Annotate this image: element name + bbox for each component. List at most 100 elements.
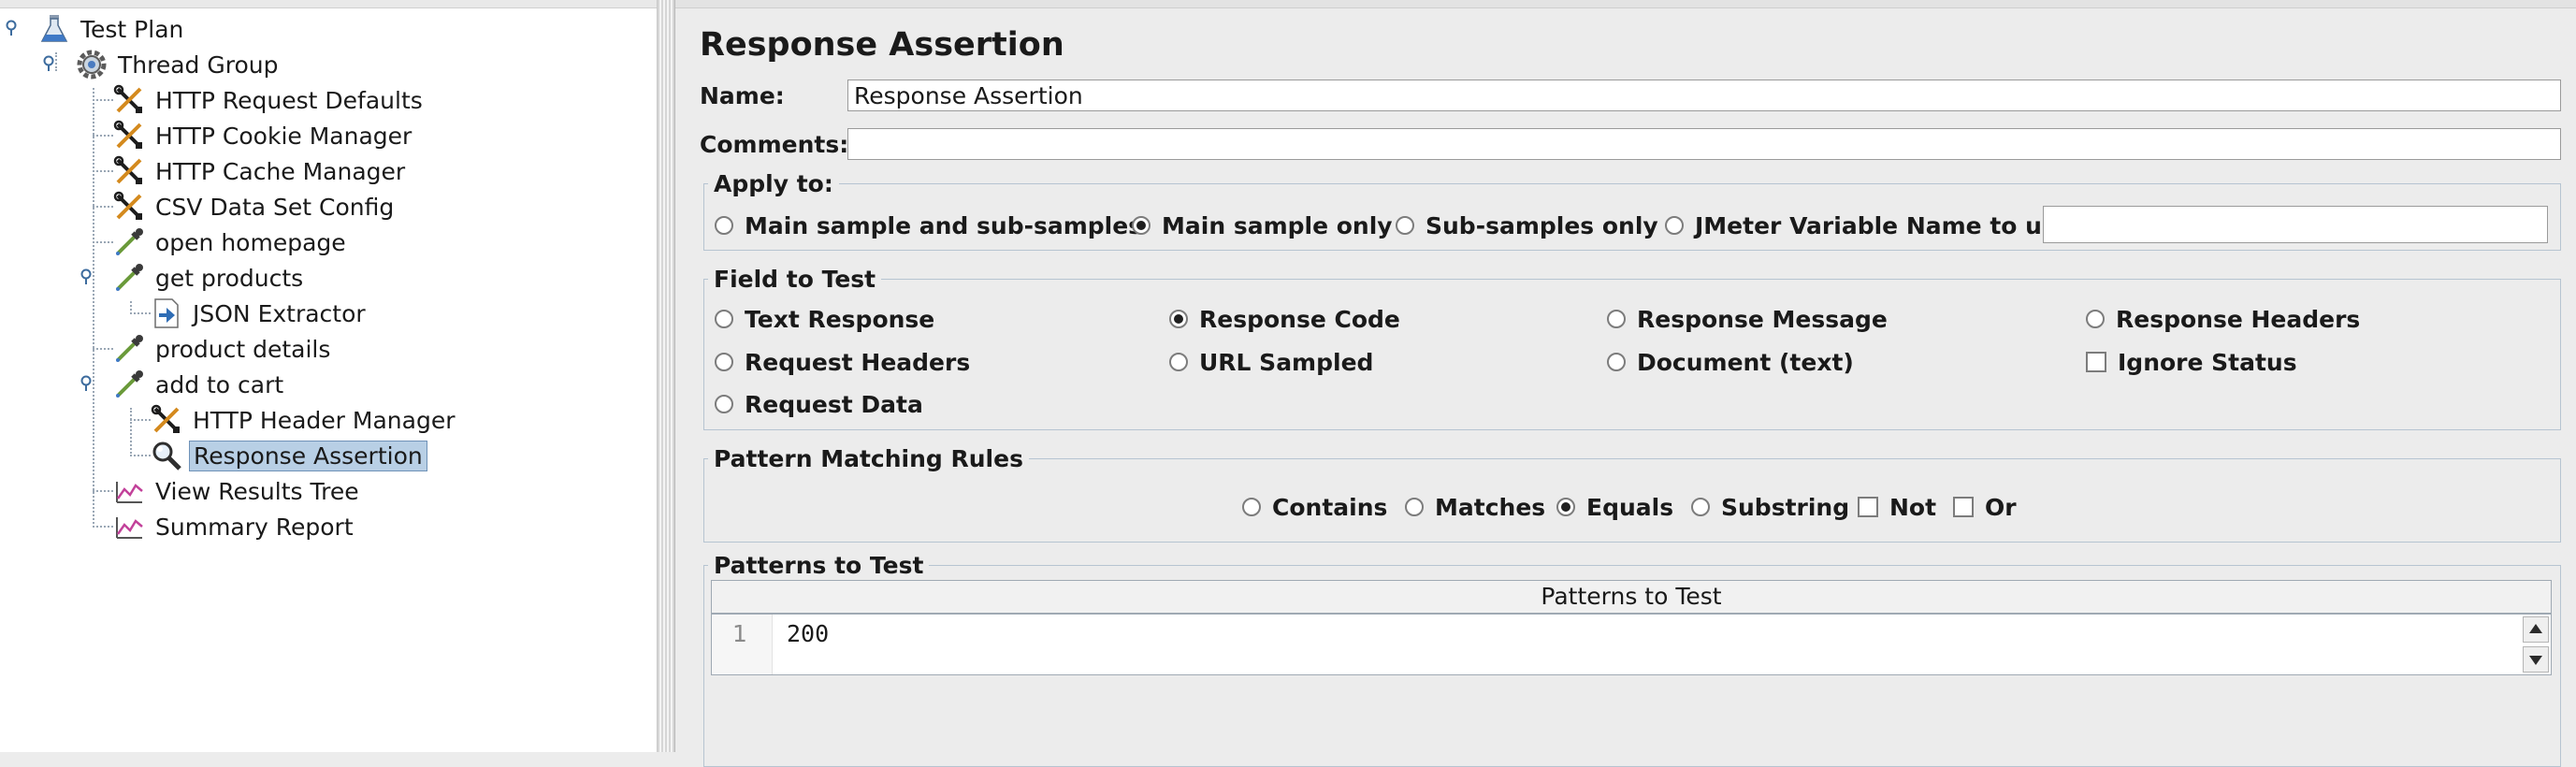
listener-graph-icon <box>112 474 146 508</box>
tree-item-label: HTTP Cookie Manager <box>155 122 412 150</box>
radio-circle <box>1665 216 1684 235</box>
tree-item-http-cookie-manager[interactable]: HTTP Cookie Manager <box>112 118 415 153</box>
apply-sub-only-radio[interactable]: Sub-samples only <box>1396 211 1658 239</box>
comments-input[interactable] <box>847 128 2561 160</box>
tree-item-label: CSV Data Set Config <box>155 193 395 221</box>
tree-item-label: Thread Group <box>118 51 279 79</box>
radio-label: Main sample only <box>1162 211 1393 239</box>
comments-label: Comments: <box>700 131 849 158</box>
tree-item-json-extractor[interactable]: JSON Extractor <box>150 296 369 331</box>
tree-item-http-cache-manager[interactable]: HTTP Cache Manager <box>112 153 409 189</box>
pattern-matching-legend: Pattern Matching Rules <box>714 445 1023 472</box>
config-element-tools-icon <box>112 190 146 224</box>
match-substring-radio[interactable]: Substring <box>1691 493 1849 521</box>
tree-connector <box>93 241 113 243</box>
match-equals-radio[interactable]: Equals <box>1556 493 1673 521</box>
patterns-to-test-legend: Patterns to Test <box>714 552 924 579</box>
field-text-response-radio[interactable]: Text Response <box>715 305 934 333</box>
tree-item-product-details[interactable]: product details <box>112 331 334 367</box>
tree-item-response-assertion[interactable]: Response Assertion <box>150 438 427 473</box>
radio-label: Text Response <box>745 305 935 333</box>
thread-group-gear-icon <box>75 48 109 81</box>
field-request-data-radio[interactable]: Request Data <box>715 390 923 418</box>
sampler-pipette-icon <box>112 225 146 259</box>
tree-item-label: product details <box>155 335 331 363</box>
checkbox-box <box>1953 497 1974 517</box>
ignore-status-checkbox[interactable]: Ignore Status <box>2086 348 2297 376</box>
radio-label: Response Message <box>1637 305 1888 333</box>
test-plan-tree[interactable]: Test Plan Thread Group HTTP Request Defa… <box>0 0 658 752</box>
match-matches-radio[interactable]: Matches <box>1405 493 1545 521</box>
radio-label: Response Code <box>1199 305 1400 333</box>
tree-connector <box>93 348 113 350</box>
radio-circle <box>715 310 733 328</box>
tree-item-test-plan[interactable]: Test Plan <box>37 11 187 47</box>
tree-item-label: Summary Report <box>155 513 354 541</box>
field-response-message-radio[interactable]: Response Message <box>1607 305 1888 333</box>
checkbox-box <box>1858 497 1878 517</box>
tree-item-open-homepage[interactable]: open homepage <box>112 224 350 260</box>
tree-item-thread-group[interactable]: Thread Group <box>75 47 282 82</box>
field-document-text-radio[interactable]: Document (text) <box>1607 348 1854 376</box>
expand-handle-icon[interactable] <box>80 375 97 392</box>
config-element-tools-icon <box>112 154 146 188</box>
scroll-up-button[interactable] <box>2523 616 2549 643</box>
tree-item-csv-data-set-config[interactable]: CSV Data Set Config <box>112 189 398 224</box>
tree-item-view-results-tree[interactable]: View Results Tree <box>112 473 363 509</box>
tree-item-http-request-defaults[interactable]: HTTP Request Defaults <box>112 82 427 118</box>
tree-item-get-products[interactable]: get products <box>112 260 307 296</box>
radio-label: Response Headers <box>2116 305 2361 333</box>
radio-label: Request Data <box>745 390 923 418</box>
split-pane-divider[interactable] <box>658 0 675 752</box>
radio-circle <box>1607 310 1626 328</box>
field-response-headers-radio[interactable]: Response Headers <box>2086 305 2360 333</box>
triangle-up-icon <box>2529 624 2542 633</box>
radio-label: Contains <box>1272 493 1388 521</box>
radio-label: Request Headers <box>745 348 971 376</box>
tree-connector <box>93 490 113 492</box>
config-element-tools-icon <box>150 403 183 437</box>
tree-item-label: HTTP Cache Manager <box>155 157 406 185</box>
radio-label: Substring <box>1721 493 1850 521</box>
radio-label: Equals <box>1586 493 1674 521</box>
expand-handle-icon[interactable] <box>80 268 97 285</box>
or-checkbox[interactable]: Or <box>1953 493 2017 521</box>
apply-jmeter-variable-radio[interactable]: JMeter Variable Name to use <box>1665 211 2072 239</box>
tree-item-label: add to cart <box>155 370 284 398</box>
radio-circle <box>1607 353 1626 371</box>
triangle-down-icon <box>2529 656 2542 665</box>
field-request-headers-radio[interactable]: Request Headers <box>715 348 970 376</box>
scroll-down-button[interactable] <box>2523 646 2549 673</box>
radio-label: Document (text) <box>1637 348 1854 376</box>
radio-circle <box>1691 498 1710 516</box>
tree-item-http-header-manager[interactable]: HTTP Header Manager <box>150 402 458 438</box>
tree-connector <box>93 526 113 528</box>
post-processor-arrow-icon <box>150 297 183 330</box>
name-input[interactable] <box>847 80 2561 111</box>
checkbox-label: Not <box>1889 493 1937 521</box>
field-response-code-radio[interactable]: Response Code <box>1169 305 1400 333</box>
tree-item-summary-report[interactable]: Summary Report <box>112 509 357 544</box>
jmeter-variable-input[interactable] <box>2043 206 2548 243</box>
expand-handle-icon[interactable] <box>43 55 60 72</box>
field-url-sampled-radio[interactable]: URL Sampled <box>1169 348 1373 376</box>
response-assertion-panel: Response Assertion Name: Comments: Apply… <box>675 0 2576 767</box>
radio-label: JMeter Variable Name to use <box>1695 211 2072 239</box>
expand-handle-icon[interactable] <box>6 20 22 36</box>
apply-to-legend: Apply to: <box>714 170 833 197</box>
radio-circle <box>715 216 733 235</box>
apply-main-and-sub-radio[interactable]: Main sample and sub-samples <box>715 211 1142 239</box>
tree-connector <box>93 206 113 208</box>
sampler-pipette-icon <box>112 368 146 401</box>
patterns-table[interactable]: 1 200 <box>711 614 2552 675</box>
apply-main-only-radio[interactable]: Main sample only <box>1132 211 1393 239</box>
tree-item-label: get products <box>155 264 304 292</box>
assertion-magnifier-icon <box>150 439 183 472</box>
config-element-tools-icon <box>112 119 146 152</box>
radio-circle-selected <box>1132 216 1151 235</box>
not-checkbox[interactable]: Not <box>1858 493 1936 521</box>
match-contains-radio[interactable]: Contains <box>1242 493 1387 521</box>
pattern-cell[interactable]: 200 <box>787 620 829 647</box>
tree-item-add-to-cart[interactable]: add to cart <box>112 367 287 402</box>
patterns-column-header[interactable]: Patterns to Test <box>711 580 2552 614</box>
